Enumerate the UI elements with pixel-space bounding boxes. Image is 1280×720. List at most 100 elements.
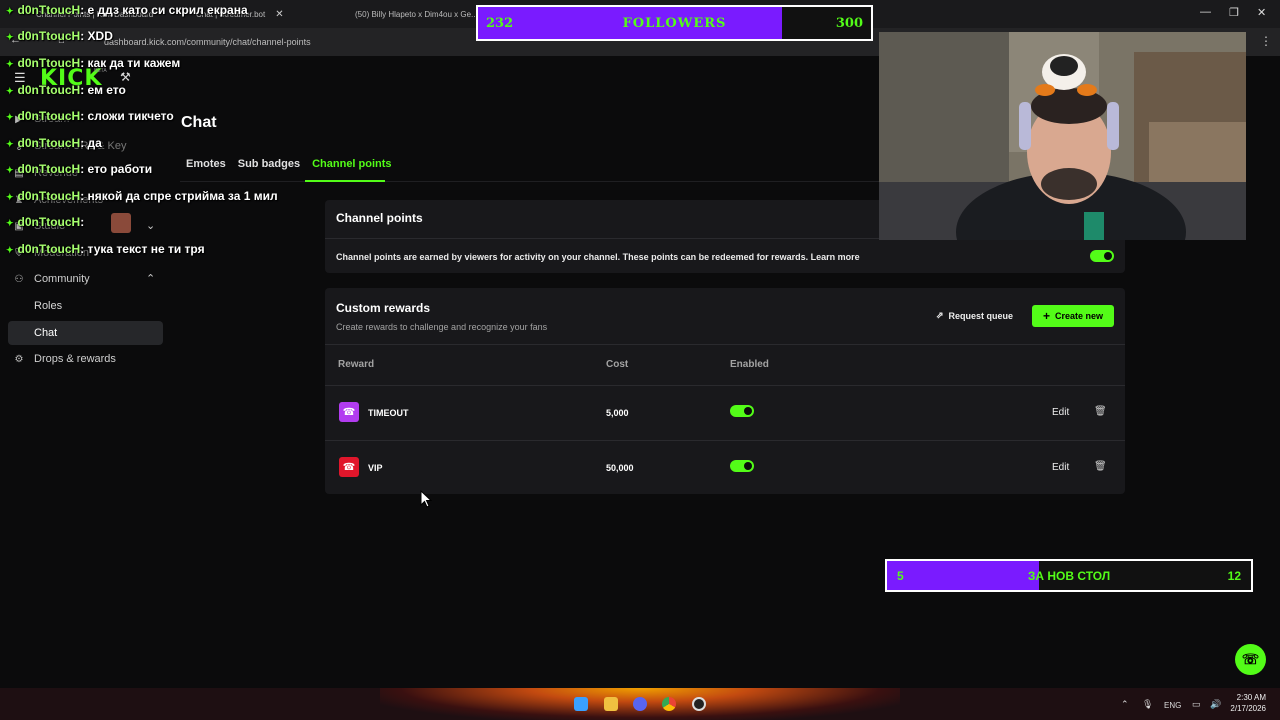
trash-icon[interactable]: 🗑 — [1094, 461, 1107, 472]
table-goal-target: 12 — [1227, 569, 1241, 583]
chat-username: d0nTtoucH — [17, 3, 81, 17]
tab-label: (50) Billy Hlapeto x Dim4ou x Ge... — [355, 9, 478, 19]
screen: Channel Points | Kick Dashboard Chat | S… — [0, 0, 1280, 720]
reward-enabled-toggle[interactable] — [730, 460, 754, 472]
reward-enabled-toggle[interactable] — [730, 405, 754, 417]
gift-icon: ⚙ — [14, 353, 24, 365]
chat-message-text: : е ддз като си скрил екрана — [80, 3, 248, 17]
queue-icon: ⇗ — [936, 310, 944, 320]
reward-name: TIMEOUT — [368, 408, 409, 418]
window-close-icon[interactable]: ✕ — [1257, 6, 1266, 19]
trash-icon[interactable]: 🗑 — [1094, 406, 1107, 417]
chat-badge-icon: ✦ — [6, 218, 14, 228]
edit-button[interactable]: Edit — [1052, 407, 1069, 418]
sidebar-item-community[interactable]: ⚇ Community — [12, 273, 90, 285]
sidebar-item-label: Community — [34, 273, 90, 285]
clock-date: 2/17/2026 — [1230, 704, 1266, 713]
chat-message-text: : ето работи — [80, 162, 153, 176]
chat-username: d0nTtoucH — [17, 56, 81, 70]
chat-badge-icon: ✦ — [6, 112, 14, 122]
followers-goal-bar: 232 FOLLOWERS 300 — [476, 5, 873, 41]
chat-message-text: : ем ето — [80, 83, 126, 97]
hammer-icon[interactable]: ⚒ — [120, 70, 131, 84]
reward-icon: ☎ — [339, 457, 359, 477]
chat-username: d0nTtoucH — [17, 83, 81, 97]
tab-sub-badges[interactable]: Sub badges — [238, 158, 300, 170]
chat-message: ✦ d0nTtoucH: някой да спре стрийма за 1 м… — [6, 189, 278, 203]
create-new-button[interactable]: + Create new — [1032, 305, 1114, 327]
table-divider — [325, 385, 1125, 386]
chrome-icon[interactable] — [662, 697, 676, 711]
channel-points-title: Channel points — [336, 211, 423, 225]
column-header-reward: Reward — [338, 359, 375, 370]
active-tab-indicator — [305, 180, 385, 182]
chat-message-text: : как да ти кажем — [80, 56, 181, 70]
chat-message: ✦ d0nTtoucH: как да ти кажем — [6, 56, 180, 70]
edit-button[interactable]: Edit — [1052, 462, 1069, 473]
reward-cost: 5,000 — [606, 408, 629, 418]
tab-emotes[interactable]: Emotes — [186, 158, 226, 170]
reward-icon: ☎ — [339, 402, 359, 422]
browser-menu-icon[interactable]: ⋮ — [1260, 34, 1272, 48]
chat-message: ✦ d0nTtoucH: XDD — [6, 29, 113, 43]
file-explorer-icon[interactable] — [604, 697, 618, 711]
mouse-cursor-icon — [420, 490, 432, 508]
chevron-up-icon[interactable]: ⌃ — [146, 272, 155, 285]
chat-message-text: : — [80, 215, 85, 229]
url-field[interactable]: dashboard.kick.com/community/chat/channe… — [104, 37, 311, 47]
chat-message-text: : тука текст не ти тря — [80, 242, 205, 256]
minimize-icon[interactable]: — — [1200, 6, 1211, 18]
chat-username: d0nTtoucH — [17, 162, 81, 176]
chat-badge-icon: ✦ — [6, 192, 14, 202]
subtab-bar: Emotes Sub badges Channel points — [186, 158, 392, 170]
chat-username: d0nTtoucH — [17, 109, 81, 123]
table-goal-bar: 5 ЗА НОВ СТОЛ 12 — [885, 559, 1253, 592]
chat-message: ✦ d0nTtoucH: да — [6, 136, 102, 150]
chat-message: ✦ d0nTtoucH: — [6, 215, 84, 229]
chat-badge-icon: ✦ — [6, 139, 14, 149]
community-icon: ⚇ — [14, 273, 24, 285]
chat-username: d0nTtoucH — [17, 215, 81, 229]
volume-icon[interactable]: 🔊 — [1210, 699, 1221, 710]
column-header-enabled: Enabled — [730, 359, 769, 370]
chevron-down-icon[interactable]: ⌄ — [146, 219, 155, 232]
chat-message: ✦ d0nTtoucH: е ддз като си скрил екрана — [6, 3, 248, 17]
support-chat-icon[interactable]: ☏ — [1235, 644, 1266, 675]
maximize-icon[interactable]: ❐ — [1229, 6, 1239, 19]
discord-icon[interactable] — [633, 697, 647, 711]
chat-badge-icon: ✦ — [6, 6, 14, 16]
followers-label: FOLLOWERS — [622, 16, 727, 31]
chat-message-text: : сложи тикчето — [80, 109, 174, 123]
column-header-cost: Cost — [606, 359, 629, 370]
close-icon[interactable]: ✕ — [275, 9, 283, 20]
chat-username: d0nTtoucH — [17, 189, 81, 203]
chat-message-text: : някой да спре стрийма за 1 мил — [80, 189, 278, 203]
channel-points-toggle[interactable] — [1090, 250, 1114, 262]
reward-name: VIP — [368, 463, 383, 473]
webcam-feed — [879, 32, 1246, 240]
page-title: Chat — [181, 114, 217, 131]
tray-chevron-icon[interactable]: ⌃ — [1121, 699, 1129, 710]
request-queue-button[interactable]: ⇗ Request queue — [936, 310, 1013, 321]
chat-message: ✦ d0nTtoucH: ето работи — [6, 162, 152, 176]
microphone-icon[interactable]: 🎙 — [1142, 699, 1153, 710]
taskbar-clock[interactable]: 2:30 AM 2/17/2026 — [1230, 692, 1266, 714]
chat-badge-icon: ✦ — [6, 32, 14, 42]
browser-tab[interactable]: (50) Billy Hlapeto x Dim4ou x Ge... — [345, 4, 480, 24]
channel-points-description: Channel points are earned by viewers for… — [336, 252, 860, 262]
sidebar-item-drops[interactable]: ⚙ Drops & rewards — [12, 353, 116, 365]
sidebar-item-roles[interactable]: Roles — [8, 294, 163, 318]
obs-icon[interactable] — [692, 697, 706, 711]
language-indicator[interactable]: ENG — [1164, 701, 1181, 710]
sidebar-item-chat[interactable]: Chat — [8, 321, 163, 345]
custom-rewards-title: Custom rewards — [336, 301, 431, 315]
chat-message-text: : XDD — [80, 29, 113, 43]
table-goal-label: ЗА НОВ СТОЛ — [1027, 569, 1111, 583]
followers-target: 300 — [835, 16, 863, 31]
chat-username: d0nTtoucH — [17, 136, 81, 150]
chat-message: ✦ d0nTtoucH: сложи тикчето — [6, 109, 174, 123]
display-icon[interactable]: ▭ — [1192, 699, 1201, 710]
windows-start-icon[interactable] — [574, 697, 588, 711]
tab-channel-points[interactable]: Channel points — [312, 158, 391, 170]
plus-icon: + — [1042, 309, 1050, 323]
